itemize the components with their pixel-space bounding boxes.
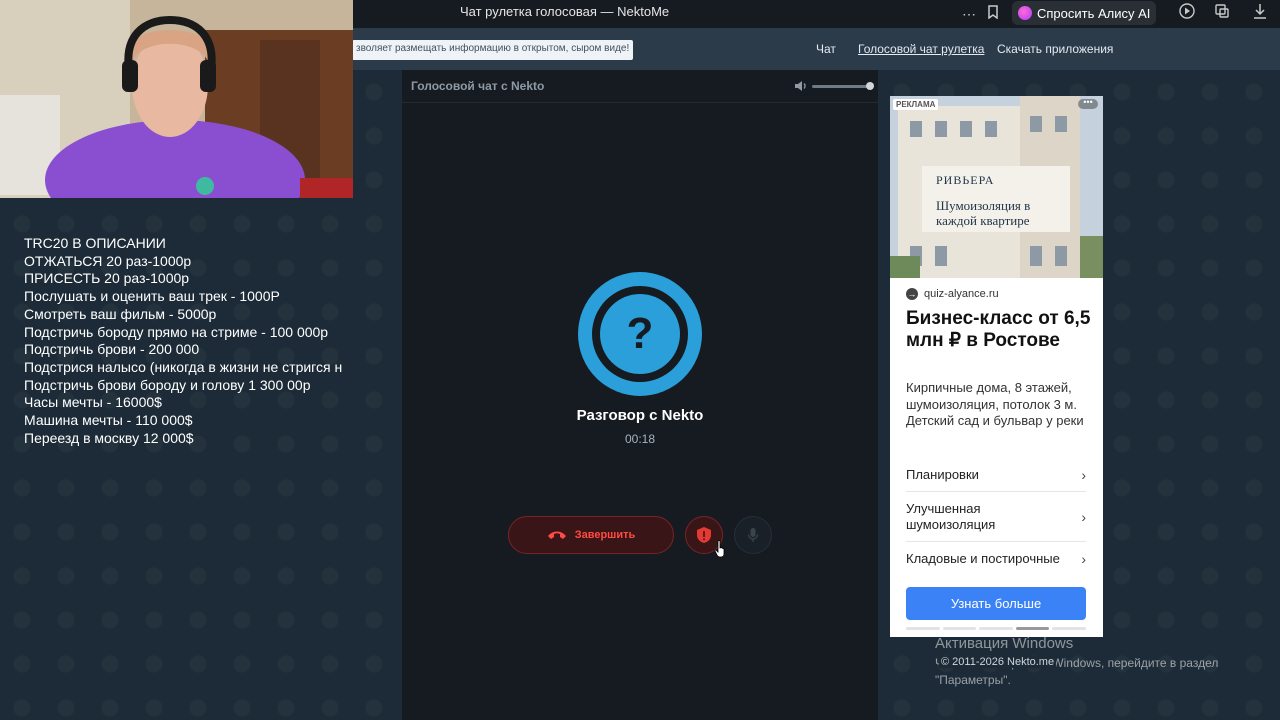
more-icon[interactable]: ⋯ (958, 3, 980, 25)
chat-title: Голосовой чат с Nekto (411, 79, 545, 93)
arrow-right-icon: → (906, 288, 918, 300)
webcam-feed (0, 0, 353, 198)
learn-more-button[interactable]: Узнать больше (906, 587, 1086, 620)
chevron-right-icon: › (1081, 466, 1086, 483)
ad-domain-text: quiz-alyance.ru (924, 288, 999, 300)
donation-goals-text: TRC20 В ОПИСАНИИ ОТЖАТЬСЯ 20 раз-1000р П… (24, 235, 376, 447)
ad-links: Планировки › Улучшенная шумоизоляция › К… (906, 458, 1086, 576)
microphone-button[interactable] (734, 516, 772, 554)
ad-options-icon[interactable]: ••• (1078, 98, 1098, 109)
ad-label: РЕКЛАМА (893, 99, 939, 110)
download-icon[interactable] (1249, 3, 1271, 25)
carousel-dot (1052, 627, 1086, 630)
ad-brand: РИВЬЕРА (936, 173, 995, 187)
voice-chat-panel: Голосовой чат с Nekto ? Разговор с Nekto… (402, 70, 878, 720)
microphone-icon (747, 528, 759, 542)
ad-carousel-indicator (906, 627, 1086, 630)
chevron-right-icon: › (1081, 551, 1086, 567)
ad-link-item[interactable]: Кладовые и постирочные › (906, 542, 1086, 576)
extensions-icon[interactable] (1211, 3, 1233, 25)
ad-description: Кирпичные дома, 8 этажей, шумоизоляция, … (906, 380, 1084, 428)
ad-banner: РИВЬЕРА Шумоизоляция в каждой квартире (922, 166, 1070, 232)
advertisement[interactable]: РЕКЛАМА ••• РИВЬЕРА Шумоизоляция в каждо… (890, 96, 1103, 637)
end-call-button[interactable]: Завершить (508, 516, 674, 554)
carousel-dot (906, 627, 940, 630)
ad-headline[interactable]: Бизнес-класс от 6,5 млн ₽ в Ростове (906, 308, 1096, 352)
ad-link-label: Планировки (906, 466, 979, 482)
overlay-line: Часы мечты - 16000$ (24, 394, 162, 411)
nav-link-download-apps[interactable]: Скачать приложения (997, 42, 1113, 56)
overlay-line: Подстрися налысо (никогда в жизни не стр… (24, 358, 343, 375)
overlay-line: Подстричь брови - 200 000 (24, 341, 200, 358)
carousel-dot (1015, 627, 1050, 630)
overlay-line: Послушать и оценить ваш трек - 1000Р (24, 288, 280, 305)
overlay-line: TRC20 В ОПИСАНИИ (24, 235, 166, 251)
carousel-dot (979, 627, 1013, 630)
question-mark-icon: ? (600, 294, 680, 374)
copyright: © 2011-2026 Nekto.me (939, 656, 1057, 668)
chevron-right-icon: › (1081, 508, 1086, 525)
volume-slider[interactable] (812, 85, 870, 88)
overlay-line: ПРИСЕСТЬ 20 раз-1000р (24, 270, 190, 287)
overlay-line: Подстричь брови бороду и голову 1 300 00… (24, 376, 311, 393)
anonymous-avatar: ? (578, 272, 702, 396)
volume-icon[interactable] (794, 79, 808, 93)
windows-activation-title: Активация Windows (935, 635, 1074, 652)
ad-image[interactable]: РЕКЛАМА ••• РИВЬЕРА Шумоизоляция в каждо… (890, 96, 1103, 278)
nav-link-voice-chat[interactable]: Голосовой чат рулетка (858, 42, 984, 56)
ad-link-item[interactable]: Планировки › (906, 458, 1086, 492)
ad-domain[interactable]: → quiz-alyance.ru (906, 288, 999, 300)
end-call-label: Завершить (574, 529, 636, 541)
overlay-line: Переезд в москву 12 000$ (24, 429, 194, 446)
ad-link-label: Кладовые и постирочные (906, 551, 1060, 566)
volume-slider-handle[interactable] (866, 82, 874, 90)
hand-cursor-icon (714, 540, 725, 558)
ad-banner-text: Шумоизоляция в каждой квартире (936, 198, 1031, 228)
play-icon[interactable] (1176, 3, 1198, 25)
chat-header: Голосовой чат с Nekto (402, 70, 878, 103)
nav-link-chat[interactable]: Чат (816, 42, 836, 56)
ask-alice-button[interactable]: Спросить Алису AI (1012, 1, 1156, 25)
tab-title: Чат рулетка голосовая — NektoMe (460, 4, 670, 19)
shield-alert-icon (697, 527, 711, 543)
bookmark-icon[interactable] (982, 3, 1004, 25)
hangup-icon (547, 531, 566, 539)
conversation-title: Разговор с Nekto (576, 407, 704, 424)
ad-link-label: Улучшенная шумоизоляция (906, 500, 996, 532)
ask-alice-label: Спросить Алису AI (1037, 5, 1151, 21)
overlay-line: Подстричь бороду прямо на стриме - 100 0… (24, 323, 329, 340)
streamer-webcam (0, 0, 353, 198)
notice-banner: зволяет размещать информацию в открытом,… (352, 40, 634, 60)
overlay-line: Машина мечты - 110 000$ (24, 412, 193, 429)
alice-icon (1018, 6, 1032, 20)
overlay-line: Смотреть ваш фильм - 5000р (24, 305, 217, 322)
call-timer: 00:18 (624, 432, 656, 446)
ad-link-item[interactable]: Улучшенная шумоизоляция › (906, 492, 1086, 542)
overlay-line: ОТЖАТЬСЯ 20 раз-1000р (24, 252, 192, 269)
carousel-dot (942, 627, 977, 630)
